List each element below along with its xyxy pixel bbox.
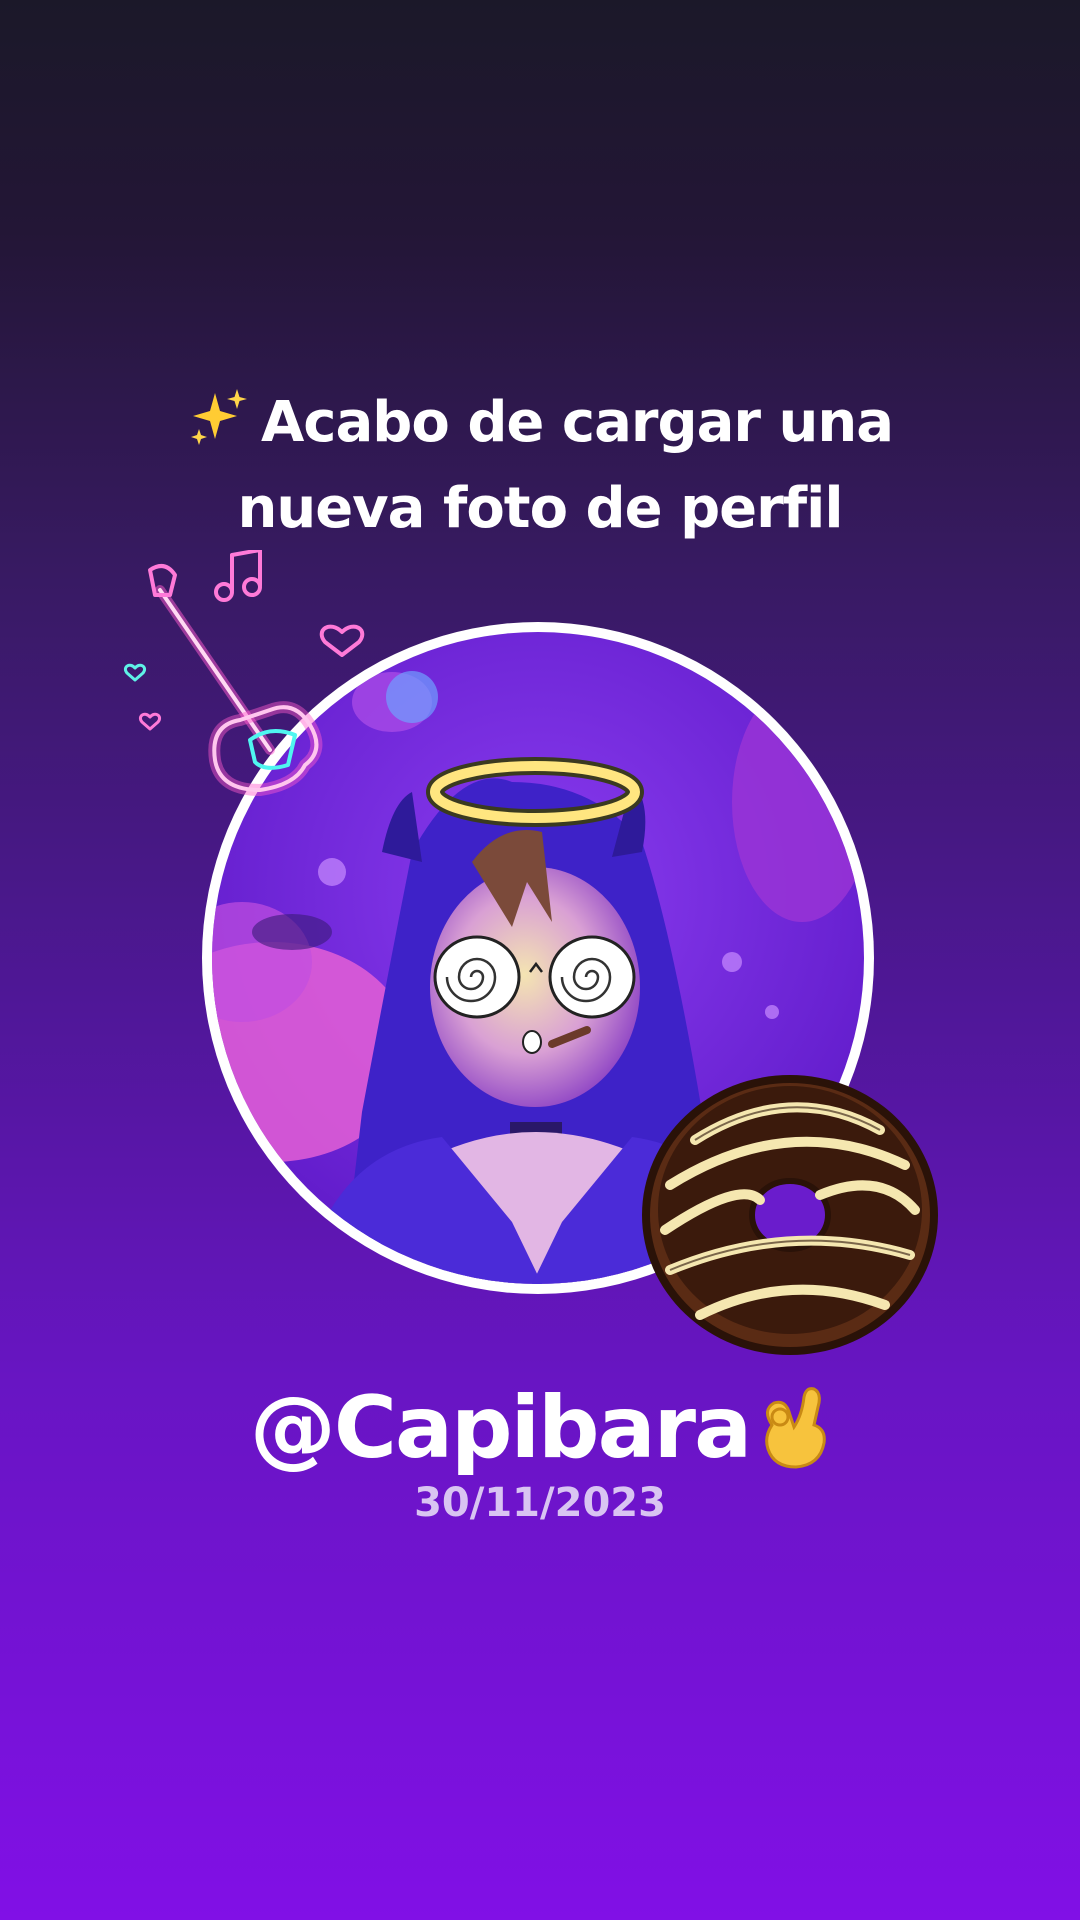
headline: Acabo de cargar una nueva foto de perfil xyxy=(0,380,1080,552)
headline-line-1-text: Acabo de cargar una xyxy=(260,390,894,455)
chocolate-donut-sticker xyxy=(642,1075,938,1355)
ok-hand-icon xyxy=(765,1387,826,1469)
profile-username: @Capibara xyxy=(0,1378,1080,1478)
headline-line-2: nueva foto de perfil xyxy=(237,476,843,541)
username-text: @Capibara xyxy=(249,1378,752,1478)
headline-line-1: Acabo de cargar una xyxy=(0,380,1080,466)
sparkles-icon xyxy=(190,389,247,445)
guitar-music-sticker xyxy=(123,550,365,796)
profile-date: 30/11/2023 xyxy=(414,1480,666,1526)
